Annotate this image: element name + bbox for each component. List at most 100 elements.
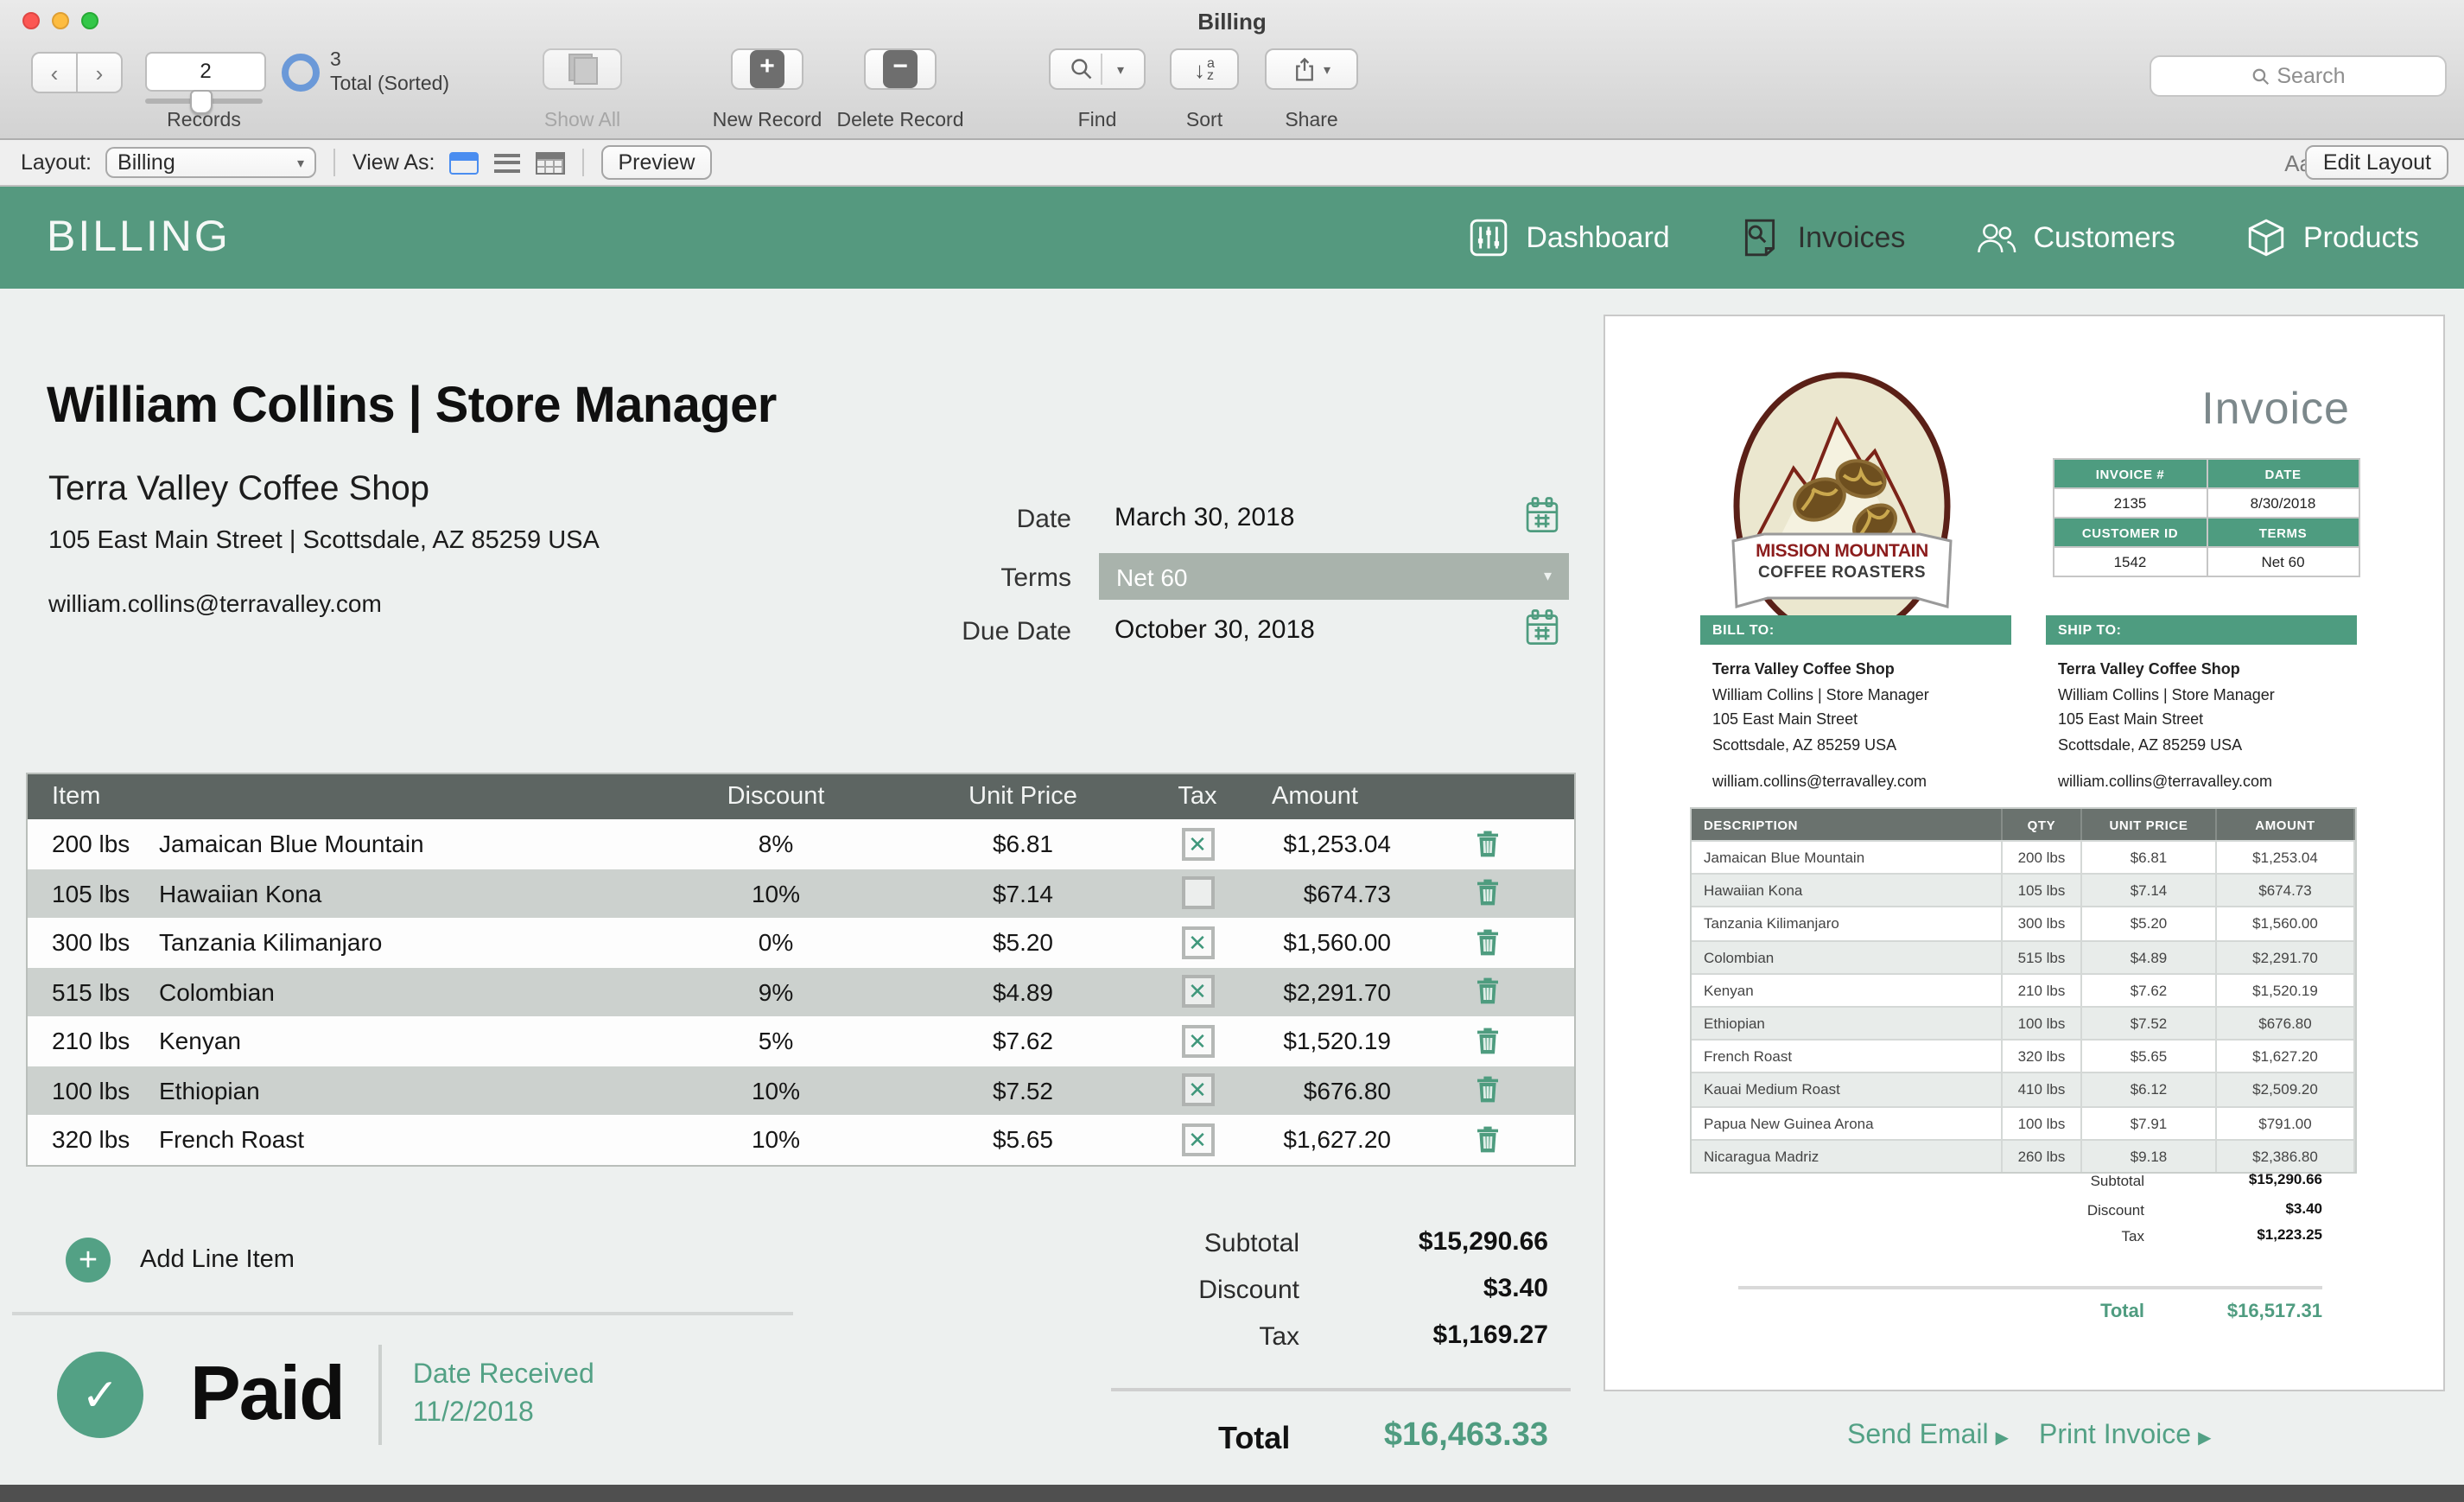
chevron-down-icon: ▾: [1117, 61, 1124, 77]
layout-dropdown[interactable]: Billing ▾: [105, 147, 316, 178]
send-email-label: Send Email: [1847, 1421, 1989, 1450]
show-all-button[interactable]: [543, 48, 622, 93]
records-label: Records: [167, 111, 241, 131]
nav-products[interactable]: Products: [2245, 216, 2419, 259]
item-discount[interactable]: 10%: [672, 1077, 880, 1104]
preview-table-body: Jamaican Blue Mountain200 lbs$6.81$1,253…: [1692, 840, 2355, 1172]
calendar-icon[interactable]: [1524, 496, 1560, 534]
item-discount[interactable]: 9%: [672, 978, 880, 1006]
share-button[interactable]: ▾: [1265, 48, 1358, 91]
tax-checkbox[interactable]: ✕: [1181, 976, 1214, 1009]
next-record-button[interactable]: ›: [76, 52, 123, 93]
find-button[interactable]: ▾: [1049, 48, 1146, 90]
date-value[interactable]: March 30, 2018: [1115, 503, 1294, 532]
preview-subtotal-label: Subtotal: [1937, 1172, 2144, 1189]
print-invoice-button[interactable]: Print Invoice▶: [2039, 1421, 2212, 1452]
item-unit-price[interactable]: $7.62: [880, 1028, 1166, 1055]
bill-to-contact: William Collins | Store Manager: [1712, 682, 2023, 707]
due-date-label: Due Date: [899, 617, 1071, 646]
preview-table-row: Ethiopian100 lbs$7.52$676.80: [1692, 1006, 2355, 1039]
item-name[interactable]: Ethiopian: [159, 1077, 672, 1104]
item-name[interactable]: Kenyan: [159, 1028, 672, 1055]
item-name[interactable]: Jamaican Blue Mountain: [159, 831, 672, 858]
table-view-button[interactable]: [535, 151, 564, 174]
sort-button[interactable]: ↓az: [1170, 48, 1239, 90]
nav-invoices[interactable]: Invoices: [1739, 216, 1906, 259]
item-discount[interactable]: 5%: [672, 1028, 880, 1055]
sliders-icon: [1467, 216, 1510, 259]
terms-dropdown[interactable]: Net 60 ▾: [1099, 553, 1569, 600]
found-set-pie-icon[interactable]: [282, 54, 320, 92]
delete-line-item-button[interactable]: [1401, 830, 1574, 859]
item-name[interactable]: French Roast: [159, 1126, 672, 1154]
add-line-item-button[interactable]: + Add Line Item: [66, 1238, 295, 1282]
item-unit-price[interactable]: $4.89: [880, 978, 1166, 1006]
chevron-down-icon: ▾: [297, 155, 304, 170]
delete-line-item-button[interactable]: [1401, 1027, 1574, 1056]
ship-to-company: Terra Valley Coffee Shop: [2058, 657, 2369, 682]
item-unit-price[interactable]: $5.20: [880, 929, 1166, 957]
line-item-row[interactable]: 100 lbsEthiopian10%$7.52✕$676.80: [28, 1066, 1574, 1115]
plus-icon: +: [66, 1238, 111, 1282]
list-view-button[interactable]: [493, 153, 519, 172]
line-item-row[interactable]: 300 lbsTanzania Kilimanjaro0%$5.20✕$1,56…: [28, 918, 1574, 967]
form-view-button[interactable]: [448, 151, 478, 174]
new-record-button[interactable]: +: [731, 48, 803, 90]
line-item-row[interactable]: 105 lbsHawaiian Kona10%$7.14$674.73: [28, 869, 1574, 918]
current-record-input[interactable]: 2: [145, 52, 266, 92]
nav-dashboard[interactable]: Dashboard: [1467, 216, 1669, 259]
item-discount[interactable]: 8%: [672, 831, 880, 858]
record-slider[interactable]: [145, 99, 263, 104]
send-email-button[interactable]: Send Email▶: [1847, 1421, 2009, 1452]
item-unit-price[interactable]: $6.81: [880, 831, 1166, 858]
preview-button[interactable]: Preview: [600, 145, 712, 180]
delete-line-item-button[interactable]: [1401, 1076, 1574, 1105]
bill-to-company: Terra Valley Coffee Shop: [1712, 657, 2023, 682]
item-discount[interactable]: 0%: [672, 929, 880, 957]
previous-record-button[interactable]: ‹: [31, 52, 78, 93]
nav-products-label: Products: [2303, 220, 2419, 255]
item-discount[interactable]: 10%: [672, 1126, 880, 1154]
delete-line-item-button[interactable]: [1401, 977, 1574, 1007]
due-date-value[interactable]: October 30, 2018: [1115, 615, 1315, 645]
line-item-row[interactable]: 320 lbsFrench Roast10%$5.65✕$1,627.20: [28, 1115, 1574, 1164]
delete-line-item-button[interactable]: [1401, 928, 1574, 958]
item-name[interactable]: Hawaiian Kona: [159, 880, 672, 907]
tax-checkbox[interactable]: [1181, 877, 1214, 910]
tax-checkbox[interactable]: ✕: [1181, 828, 1214, 861]
item-unit-price[interactable]: $7.14: [880, 880, 1166, 907]
delete-line-item-button[interactable]: [1401, 1125, 1574, 1155]
item-unit-price[interactable]: $7.52: [880, 1077, 1166, 1104]
invoice-info-grid: INVOICE # DATE 2135 8/30/2018 CUSTOMER I…: [2053, 458, 2360, 577]
tax-checkbox[interactable]: ✕: [1181, 1074, 1214, 1107]
item-unit-price[interactable]: $5.65: [880, 1126, 1166, 1154]
calendar-icon[interactable]: [1524, 608, 1560, 646]
preview-qty: 300 lbs: [2003, 907, 2082, 939]
tax-checkbox[interactable]: ✕: [1181, 926, 1214, 959]
edit-layout-button[interactable]: Edit Layout: [2306, 145, 2448, 180]
item-discount[interactable]: 10%: [672, 880, 880, 907]
preview-amount: $2,386.80: [2217, 1138, 2355, 1171]
terms-value: Net 60: [1116, 563, 1544, 590]
line-item-row[interactable]: 515 lbsColombian9%$4.89✕$2,291.70: [28, 967, 1574, 1016]
line-item-row[interactable]: 210 lbsKenyan5%$7.62✕$1,520.19: [28, 1016, 1574, 1066]
item-name[interactable]: Colombian: [159, 978, 672, 1006]
preview-tax-value: $1,223.25: [2115, 1225, 2322, 1243]
tax-checkbox[interactable]: ✕: [1181, 1123, 1214, 1156]
play-arrow-icon: ▶: [2198, 1429, 2211, 1448]
date-received-value[interactable]: 11/2/2018: [413, 1395, 594, 1433]
ship-to-header: SHIP TO:: [2046, 615, 2357, 645]
item-name[interactable]: Tanzania Kilimanjaro: [159, 929, 672, 957]
nav-customers[interactable]: Customers: [1974, 216, 2175, 259]
delete-line-item-button[interactable]: [1401, 879, 1574, 908]
preview-qty: 105 lbs: [2003, 873, 2082, 906]
tax-checkbox[interactable]: ✕: [1181, 1025, 1214, 1058]
check-circle-icon[interactable]: ✓: [57, 1352, 143, 1438]
line-item-row[interactable]: 200 lbsJamaican Blue Mountain8%$6.81✕$1,…: [28, 819, 1574, 869]
delete-record-button[interactable]: −: [864, 48, 937, 90]
bill-to-block: Terra Valley Coffee Shop William Collins…: [1712, 657, 2023, 794]
search-input[interactable]: Search: [2150, 55, 2447, 97]
invoice-preview-table: DESCRIPTION QTY UNIT PRICE AMOUNT Jamaic…: [1690, 807, 2357, 1174]
window-title: Billing: [0, 9, 2464, 35]
item-qty: 300 lbs: [52, 929, 159, 957]
